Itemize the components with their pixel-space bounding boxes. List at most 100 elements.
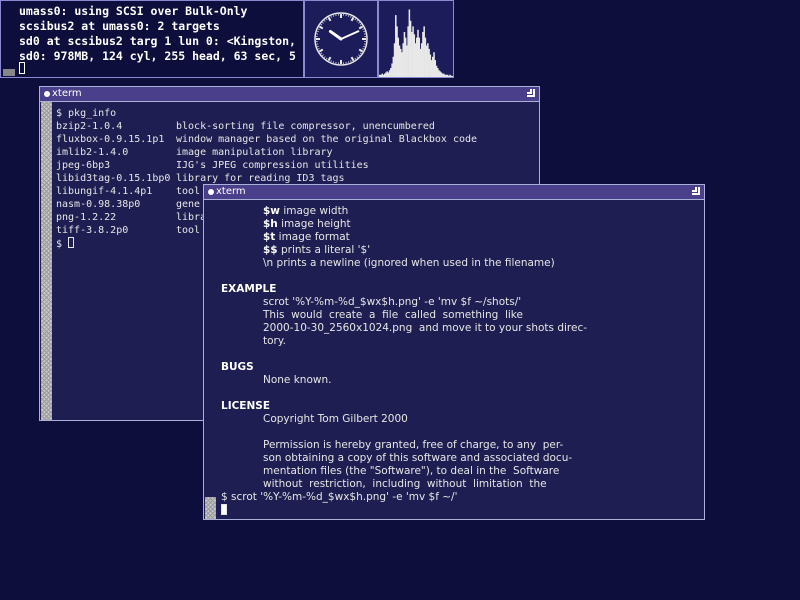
- command-prompt: $ scrot '%Y-%m-%d_$wx$h.png' -e 'mv $f ~…: [221, 491, 458, 518]
- clock-tick: [354, 57, 357, 60]
- clock-hour-hand: [328, 29, 343, 41]
- maximize-icon[interactable]: [692, 187, 700, 195]
- format-row: $t image format: [263, 231, 587, 244]
- cpu-load-graph: [378, 0, 454, 78]
- package-name: tiff-3.8.2p0: [56, 225, 129, 236]
- section-heading-example: EXAMPLE: [221, 283, 277, 295]
- window-title: xterm: [52, 88, 82, 99]
- package-name: imlib2-1.4.0: [56, 147, 129, 158]
- package-row: jpeg-6bp3 IJG's JPEG compression utilitie…: [56, 159, 477, 172]
- window-menu-icon[interactable]: [44, 91, 50, 97]
- clock-tick: [320, 52, 323, 55]
- window-title: xterm: [216, 186, 246, 197]
- xterm-scrollbar[interactable]: [41, 102, 52, 420]
- cpu-graph-plot: [379, 9, 454, 78]
- clock-widget: [304, 0, 378, 78]
- package-name: libungif-4.1.4p1: [56, 186, 153, 197]
- format-code: $t: [263, 231, 276, 243]
- console-cursor: [19, 62, 25, 74]
- package-name: nasm-0.98.38p0: [56, 199, 141, 210]
- package-description: libra: [176, 212, 207, 223]
- format-description: prints a literal '$': [277, 244, 371, 256]
- clock-tick: [325, 57, 328, 60]
- console-window: umass0: using SCSI over Bulk-Only scsibus…: [0, 0, 304, 78]
- xterm-scrollbar[interactable]: [205, 497, 216, 519]
- clock-tick: [330, 60, 332, 63]
- format-description: image width: [280, 205, 349, 217]
- xterm-titlebar[interactable]: xterm: [204, 185, 704, 200]
- clock-tick: [320, 23, 323, 26]
- format-row: \n prints a newline (ignored when used i…: [263, 257, 587, 270]
- console-line: sd0: 978MB, 124 cyl, 255 head, 63 sec, 5: [19, 49, 296, 63]
- clock-tick: [350, 56, 355, 62]
- package-description: gene: [176, 199, 201, 210]
- section-heading-bugs: BUGS: [221, 361, 254, 373]
- license-copyright: Copyright Tom Gilbert 2000: [263, 413, 408, 425]
- window-menu-icon[interactable]: [208, 189, 214, 195]
- package-name: fluxbox-0.9.15.1p1: [56, 134, 165, 145]
- package-description: image manipulation library: [176, 147, 333, 158]
- format-description: image height: [277, 218, 351, 230]
- console-scrollbar[interactable]: [3, 69, 15, 76]
- clock-tick: [362, 48, 365, 50]
- package-description: tool: [176, 225, 201, 236]
- clock-tick: [318, 25, 324, 30]
- command-line: $ scrot '%Y-%m-%d_$wx$h.png' -e 'mv $f ~…: [221, 491, 458, 503]
- clock-tick: [322, 54, 324, 57]
- clock-face: [314, 12, 368, 66]
- clock-tick: [350, 60, 352, 63]
- format-code: $w: [263, 205, 281, 217]
- format-code: $$: [263, 244, 278, 256]
- package-row: bzip2-1.0.4 block-sorting file compressor…: [56, 120, 477, 133]
- console-line: sd0 at scsibus2 targ 1 lun 0: <Kingston,: [19, 34, 296, 48]
- package-description: tool: [176, 186, 201, 197]
- command-line: $ pkg_info: [56, 108, 117, 119]
- clock-tick: [359, 23, 362, 26]
- format-row: $w image width: [263, 205, 587, 218]
- package-description: window manager based on the original Bla…: [176, 134, 478, 145]
- clock-tick: [358, 25, 364, 30]
- clock-tick: [362, 28, 365, 30]
- clock-tick: [323, 56, 326, 58]
- clock-tick: [323, 20, 326, 22]
- text-cursor: [68, 237, 75, 248]
- clock-tick: [327, 16, 332, 22]
- package-row: fluxbox-0.9.15.1p1 window manager based o…: [56, 133, 477, 146]
- format-list: $w image width $h image height $t image fo…: [221, 205, 587, 270]
- xterm-titlebar[interactable]: xterm: [40, 87, 539, 102]
- package-description: library for reading ID3 tags: [176, 173, 345, 184]
- clock-tick: [356, 56, 359, 58]
- format-code: $h: [263, 218, 278, 230]
- clock-tick: [325, 18, 328, 21]
- clock-tick: [354, 18, 357, 21]
- cpu-bar: [451, 75, 454, 78]
- package-description: IJG's JPEG compression utilities: [176, 160, 369, 171]
- package-name: jpeg-6bp3: [56, 160, 111, 171]
- console-line: scsibus2 at umass0: 2 targets: [19, 19, 220, 33]
- package-row: imlib2-1.4.0 image manipulation library: [56, 146, 477, 159]
- clock-tick: [318, 48, 324, 53]
- clock-tick: [317, 28, 320, 30]
- format-row: $$ prints a literal '$': [263, 244, 587, 257]
- clock-tick: [322, 21, 324, 24]
- maximize-icon[interactable]: [527, 89, 535, 97]
- package-name: png-1.2.22: [56, 212, 117, 223]
- example-command: scrot '%Y-%m-%d_$wx$h.png' -e 'mv $f ~/s…: [263, 296, 522, 308]
- license-text: Permission is hereby granted, free of ch…: [263, 439, 573, 490]
- clock-tick: [358, 48, 364, 53]
- manpage-content: $w image width $h image height $t image fo…: [221, 205, 587, 491]
- package-description: block-sorting file compressor, unencumbe…: [176, 121, 435, 132]
- clock-tick: [327, 56, 332, 62]
- text-cursor: [221, 504, 227, 515]
- clock-tick: [350, 16, 355, 22]
- clock-tick: [359, 52, 362, 55]
- example-description: This would create a file called somethin…: [263, 309, 588, 347]
- clock-tick: [317, 48, 320, 50]
- clock-tick: [358, 54, 360, 57]
- clock-tick: [350, 15, 352, 18]
- package-name: bzip2-1.0.4: [56, 121, 123, 132]
- xterm-window-scrot-man[interactable]: xterm $w image width $h image height $t im…: [203, 184, 705, 520]
- clock-tick: [330, 15, 332, 18]
- format-row: $h image height: [263, 218, 587, 231]
- clock-tick: [358, 21, 360, 24]
